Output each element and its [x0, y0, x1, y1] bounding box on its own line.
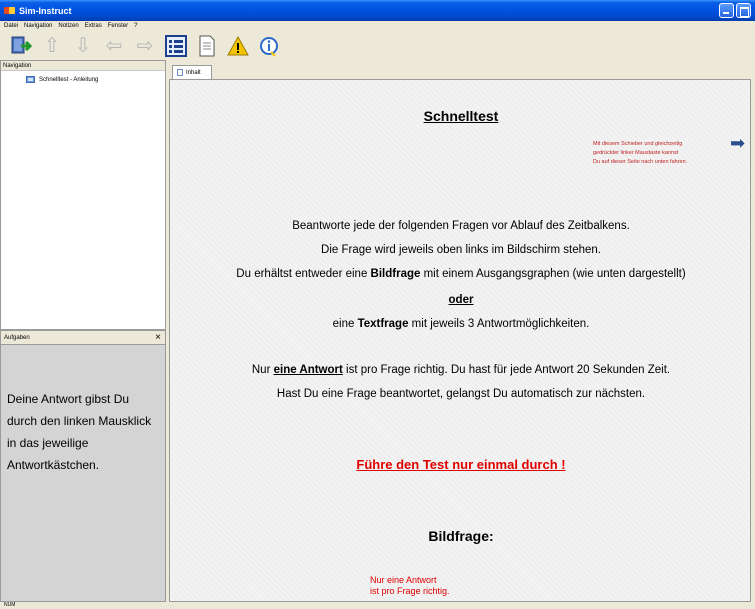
instruction-oder: oder	[170, 294, 750, 306]
instruction-5-a: Nur	[251, 364, 274, 376]
arrow-right-icon[interactable]: ⇨	[134, 35, 156, 57]
instruction-4: eine Textfrage mit jeweils 3 Antwortmögl…	[170, 318, 750, 330]
status-bar: NUM	[0, 602, 755, 609]
warning-text: Führe den Test nur einmal durch !	[356, 457, 566, 472]
minimize-button[interactable]	[719, 3, 734, 18]
menu-datei[interactable]: Datei	[4, 23, 18, 29]
tasks-title: Aufgaben	[4, 335, 30, 341]
title-bar[interactable]: Sim-Instruct	[0, 0, 755, 21]
list-icon[interactable]	[165, 34, 187, 57]
nav-item-label: Schnelltest - Anleitung	[39, 76, 99, 83]
menu-extras[interactable]: Extras	[85, 23, 102, 29]
page-icon[interactable]	[196, 35, 218, 57]
arrow-up-icon[interactable]: ⇧	[41, 35, 63, 57]
page-title: Schnelltest	[423, 108, 499, 124]
toolbar: ⇧ ⇩ ⇦ ⇨	[0, 31, 755, 60]
tasks-text-line: in das jeweilige	[7, 436, 89, 450]
instruction-4-a: eine	[332, 318, 358, 330]
exit-icon[interactable]	[10, 35, 32, 57]
instruction-3: Du erhältst entweder eine Bildfrage mit …	[170, 268, 750, 280]
tasks-text-line: durch den linken Mausklick	[7, 414, 152, 428]
bottom-note-line: ist pro Frage richtig.	[370, 586, 450, 596]
instruction-6: Hast Du eine Frage beantwortet, gelangst…	[276, 388, 646, 400]
close-icon[interactable]: ×	[155, 331, 161, 345]
navigation-pane: Navigation Schnelltest - Anleitung	[0, 60, 166, 330]
warning-icon[interactable]	[227, 35, 249, 57]
instruction-3-bildfrage: Bildfrage	[370, 268, 421, 280]
maximize-button[interactable]	[736, 3, 751, 18]
tasks-header: Aufgaben ×	[0, 330, 166, 344]
scroll-hint-line: Mit diesem Schieber und gleichzeitig	[593, 141, 683, 147]
menu-notizen[interactable]: Notizen	[58, 23, 78, 29]
nav-item-schnelltest[interactable]: Schnelltest - Anleitung	[26, 76, 165, 83]
instruction-2: Die Frage wird jeweils oben links im Bil…	[321, 244, 601, 256]
bottom-note: Nur eine Antwort ist pro Frage richtig.	[370, 575, 470, 597]
oder-text: oder	[448, 294, 474, 306]
content-area: Schnelltest Mit diesem Schieber und glei…	[169, 79, 751, 602]
scroll-hint-line: Du auf dieser Seite nach unten fahren.	[593, 159, 688, 165]
arrow-right-icon: ➡	[730, 133, 746, 153]
tab-label: Inhalt	[186, 69, 201, 76]
menu-bar: Datei Navigation Notizen Extras Fenster …	[0, 21, 755, 31]
tasks-text-line: Antwortkästchen.	[7, 458, 100, 472]
navigation-header: Navigation	[1, 61, 165, 71]
instruction-3-a: Du erhältst entweder eine	[236, 268, 371, 280]
instruction-5-c: ist pro Frage richtig. Du hast für jede …	[342, 364, 671, 376]
scroll-hint-line: gedrückter linker Maustaste kannst	[593, 150, 679, 156]
menu-fenster[interactable]: Fenster	[108, 23, 128, 29]
window-title: Sim-Instruct	[19, 5, 72, 16]
tab-inhalt[interactable]: Inhalt	[172, 65, 212, 79]
instruction-4-c: mit jeweils 3 Antwortmöglichkeiten.	[408, 318, 590, 330]
menu-navigation[interactable]: Navigation	[24, 23, 52, 29]
arrow-left-icon[interactable]: ⇦	[103, 35, 125, 57]
app-icon	[4, 5, 15, 16]
menu-help[interactable]: ?	[134, 23, 137, 29]
instruction-5-eine-antwort: eine Antwort	[273, 364, 343, 376]
bottom-note-line: Nur eine Antwort	[370, 575, 437, 585]
tasks-text-line: Deine Antwort gibst Du	[7, 392, 130, 406]
instruction-3-c: mit einem Ausgangsgraphen (wie unten dar…	[420, 268, 686, 280]
instruction-1: Beantworte jede der folgenden Fragen vor…	[292, 220, 630, 232]
status-text: NUM	[4, 602, 16, 608]
bildfrage-heading: Bildfrage:	[428, 528, 494, 544]
scroll-hint: Mit diesem Schieber und gleichzeitig ged…	[593, 140, 733, 167]
folder-icon	[26, 76, 35, 83]
instruction-4-textfrage: Textfrage	[357, 318, 409, 330]
app-window: Sim-Instruct Datei Navigation Notizen Ex…	[0, 0, 755, 609]
page-icon	[177, 69, 183, 76]
tab-bar: Inhalt	[166, 60, 755, 79]
tasks-pane: Deine Antwort gibst Du durch den linken …	[0, 344, 166, 602]
instruction-5: Nur eine Antwort ist pro Frage richtig. …	[170, 364, 750, 376]
arrow-down-icon[interactable]: ⇩	[72, 35, 94, 57]
info-icon[interactable]	[258, 35, 280, 57]
